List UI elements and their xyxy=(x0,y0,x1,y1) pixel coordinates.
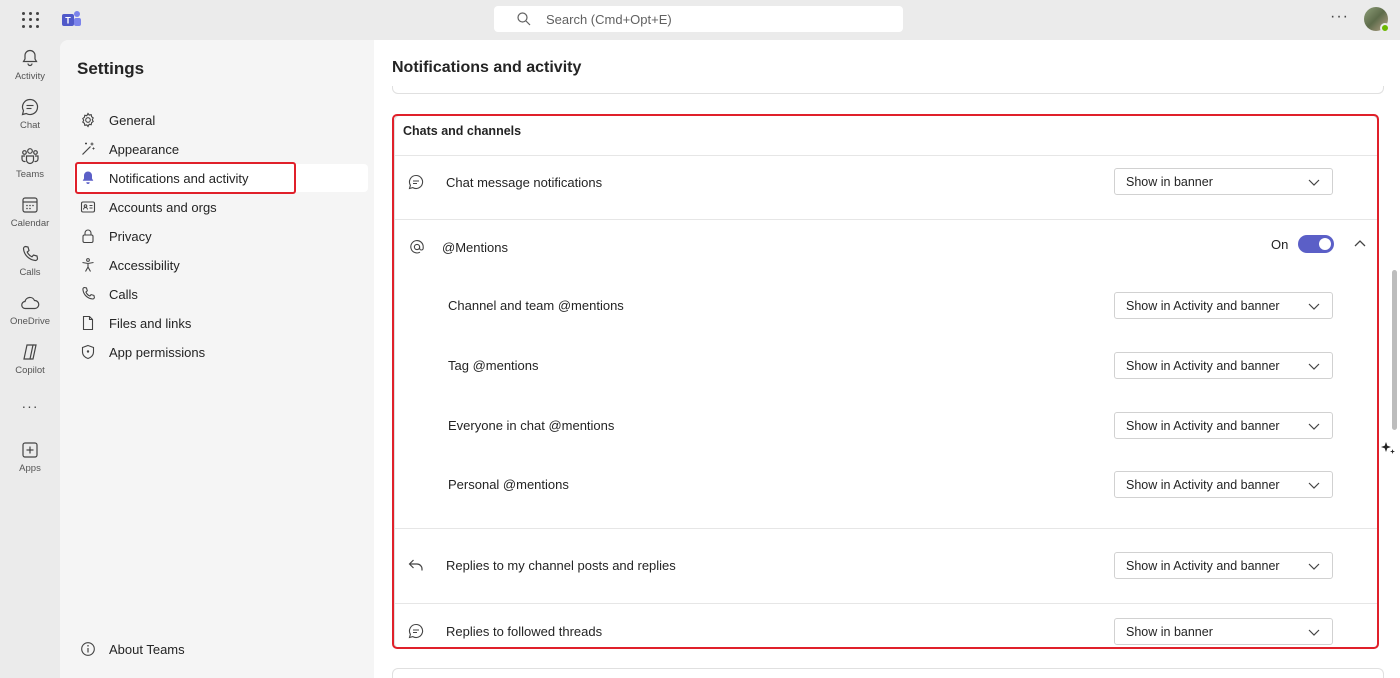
replies-posts-label: Replies to my channel posts and replies xyxy=(446,558,676,573)
sidebar-item-about[interactable]: About Teams xyxy=(74,635,368,663)
divider xyxy=(395,219,1377,220)
search-placeholder: Search (Cmd+Opt+E) xyxy=(546,12,672,27)
chat-message-dropdown[interactable]: Show in banner xyxy=(1114,168,1333,195)
mentions-toggle[interactable] xyxy=(1298,235,1334,253)
more-options-icon[interactable]: ··· xyxy=(1330,8,1349,26)
chevron-down-icon xyxy=(1308,423,1320,430)
chevron-down-icon xyxy=(1308,303,1320,310)
section-title: Chats and channels xyxy=(403,124,522,138)
page-title: Notifications and activity xyxy=(392,59,582,76)
channel-team-mentions-label: Channel and team @mentions xyxy=(448,298,624,313)
plus-square-icon xyxy=(22,442,38,458)
presence-available-icon xyxy=(1380,23,1390,33)
gear-icon xyxy=(82,112,94,128)
next-card-edge xyxy=(392,668,1384,678)
everyone-mentions-label: Everyone in chat @mentions xyxy=(448,418,615,433)
wand-icon xyxy=(82,142,95,155)
at-icon xyxy=(410,240,424,254)
divider xyxy=(395,603,1377,604)
sidebar-item-general[interactable]: General xyxy=(74,106,368,134)
personal-mentions-label: Personal @mentions xyxy=(448,477,569,492)
sidebar-item-files[interactable]: Files and links xyxy=(74,309,368,337)
avatar[interactable] xyxy=(1364,7,1390,33)
personal-mentions-dropdown[interactable]: Show in Activity and banner xyxy=(1114,471,1333,498)
chat-message-label: Chat message notifications xyxy=(446,175,603,190)
teams-logo-icon: T xyxy=(62,11,81,26)
shield-icon xyxy=(81,344,95,360)
channel-team-mentions-dropdown[interactable]: Show in Activity and banner xyxy=(1114,292,1333,319)
rail-item-teams[interactable]: Teams xyxy=(0,146,60,192)
more-apps-icon[interactable]: ··· xyxy=(0,398,60,414)
scrollbar[interactable] xyxy=(1392,270,1397,430)
sidebar-item-app-permissions[interactable]: App permissions xyxy=(74,338,368,366)
lock-icon xyxy=(82,229,94,244)
reply-icon xyxy=(408,559,423,571)
chats-channels-section: Chats and channels Chat message notifica… xyxy=(394,115,1378,649)
rail-item-onedrive[interactable]: OneDrive xyxy=(0,293,60,339)
cloud-icon xyxy=(21,296,40,310)
settings-sidebar: Settings General Appearance Notification… xyxy=(60,40,374,678)
notifications-highlight xyxy=(75,162,296,194)
teams-icon xyxy=(21,148,39,165)
calendar-icon xyxy=(22,197,38,213)
replies-threads-dropdown[interactable]: Show in banner xyxy=(1114,618,1333,645)
sidebar-item-calls[interactable]: Calls xyxy=(74,280,368,308)
chevron-up-icon[interactable] xyxy=(1353,238,1367,248)
tag-mentions-label: Tag @mentions xyxy=(448,358,539,373)
chat-icon xyxy=(408,174,424,190)
main-content: Notifications and activity Chats and cha… xyxy=(374,40,1400,678)
search-icon xyxy=(517,12,531,26)
sidebar-item-accounts[interactable]: Accounts and orgs xyxy=(74,193,368,221)
rail-item-copilot[interactable]: Copilot xyxy=(0,342,60,388)
app-launcher-icon[interactable] xyxy=(20,10,40,30)
search-input[interactable]: Search (Cmd+Opt+E) xyxy=(494,6,903,32)
svg-text:T: T xyxy=(65,16,71,26)
phone-icon xyxy=(82,286,95,300)
replies-threads-label: Replies to followed threads xyxy=(446,624,603,639)
mentions-toggle-label: On xyxy=(1271,237,1289,252)
divider xyxy=(395,528,1377,529)
file-icon xyxy=(82,315,94,331)
id-card-icon xyxy=(80,201,96,213)
chevron-down-icon xyxy=(1308,563,1320,570)
chat-icon xyxy=(21,98,39,116)
settings-title: Settings xyxy=(77,59,145,78)
everyone-mentions-dropdown[interactable]: Show in Activity and banner xyxy=(1114,412,1333,439)
tag-mentions-dropdown[interactable]: Show in Activity and banner xyxy=(1114,352,1333,379)
chat-icon xyxy=(408,623,424,639)
sidebar-item-appearance[interactable]: Appearance xyxy=(74,135,368,163)
chevron-down-icon xyxy=(1308,179,1320,186)
accessibility-icon xyxy=(82,258,94,272)
mentions-label: @Mentions xyxy=(442,240,508,255)
bell-icon xyxy=(22,49,38,67)
replies-posts-dropdown[interactable]: Show in Activity and banner xyxy=(1114,552,1333,579)
previous-card-edge xyxy=(392,86,1384,94)
copilot-icon xyxy=(23,344,37,360)
chevron-down-icon xyxy=(1308,482,1320,489)
rail-item-calendar[interactable]: Calendar xyxy=(0,195,60,241)
title-bar: T Search (Cmd+Opt+E) ··· xyxy=(0,0,1400,40)
app-rail: Activity Chat Teams Calendar Calls OneDr… xyxy=(0,40,60,678)
chevron-down-icon xyxy=(1308,363,1320,370)
phone-icon xyxy=(22,245,39,262)
sidebar-item-privacy[interactable]: Privacy xyxy=(74,222,368,250)
chevron-down-icon xyxy=(1308,629,1320,636)
sparkle-icon[interactable] xyxy=(1380,440,1396,456)
info-icon xyxy=(81,642,95,656)
divider xyxy=(395,155,1377,156)
sidebar-item-accessibility[interactable]: Accessibility xyxy=(74,251,368,279)
toggle-knob xyxy=(1319,238,1331,250)
rail-item-chat[interactable]: Chat xyxy=(0,97,60,143)
rail-item-calls[interactable]: Calls xyxy=(0,244,60,290)
rail-item-apps[interactable]: Apps xyxy=(0,440,60,486)
rail-item-activity[interactable]: Activity xyxy=(0,48,60,94)
